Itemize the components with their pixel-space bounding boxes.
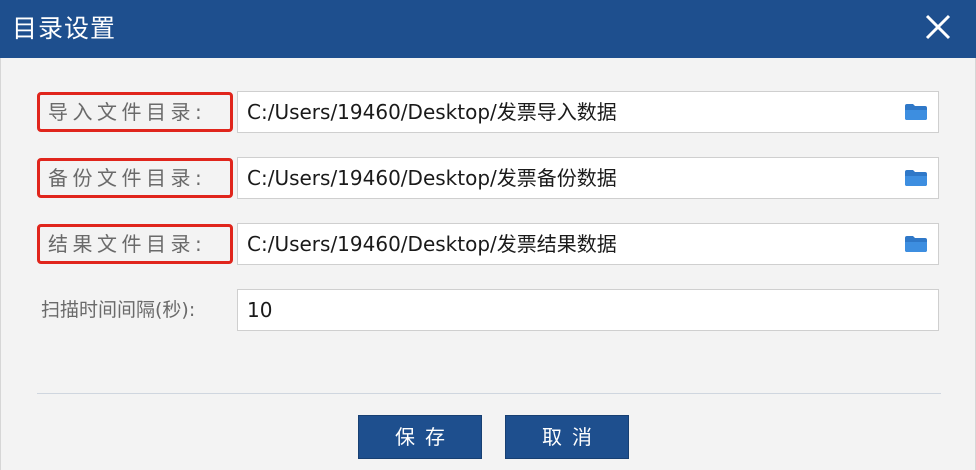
scan-interval-label: 扫描时间间隔(秒): — [41, 299, 196, 321]
backup-directory-value: C:/Users/19460/Desktop/发票备份数据 — [247, 166, 617, 190]
result-directory-label: 结果文件目录: — [37, 224, 233, 264]
save-button[interactable]: 保存 — [358, 415, 482, 459]
import-directory-row: 导入文件目录: C:/Users/19460/Desktop/发票导入数据 — [1, 89, 976, 135]
scan-interval-input[interactable]: 10 — [237, 289, 939, 331]
folder-icon[interactable] — [904, 103, 928, 121]
backup-directory-label: 备份文件目录: — [37, 158, 233, 198]
folder-icon[interactable] — [904, 169, 928, 187]
import-directory-field[interactable]: C:/Users/19460/Desktop/发票导入数据 — [237, 91, 939, 133]
close-icon[interactable] — [922, 11, 954, 43]
dialog-body: 导入文件目录: C:/Users/19460/Desktop/发票导入数据 备份… — [0, 58, 976, 470]
backup-directory-row: 备份文件目录: C:/Users/19460/Desktop/发票备份数据 — [1, 155, 976, 201]
folder-icon[interactable] — [904, 235, 928, 253]
import-directory-value: C:/Users/19460/Desktop/发票导入数据 — [247, 100, 617, 124]
result-directory-row: 结果文件目录: C:/Users/19460/Desktop/发票结果数据 — [1, 221, 976, 267]
result-directory-value: C:/Users/19460/Desktop/发票结果数据 — [247, 232, 617, 256]
result-directory-field[interactable]: C:/Users/19460/Desktop/发票结果数据 — [237, 223, 939, 265]
title-bar: 目录设置 — [0, 0, 976, 58]
cancel-button[interactable]: 取消 — [505, 415, 629, 459]
scan-interval-value: 10 — [247, 298, 273, 322]
divider — [37, 393, 941, 394]
import-directory-label: 导入文件目录: — [37, 92, 233, 132]
scan-interval-row: 扫描时间间隔(秒): 10 — [1, 287, 976, 333]
dialog-title: 目录设置 — [12, 14, 117, 43]
backup-directory-field[interactable]: C:/Users/19460/Desktop/发票备份数据 — [237, 157, 939, 199]
